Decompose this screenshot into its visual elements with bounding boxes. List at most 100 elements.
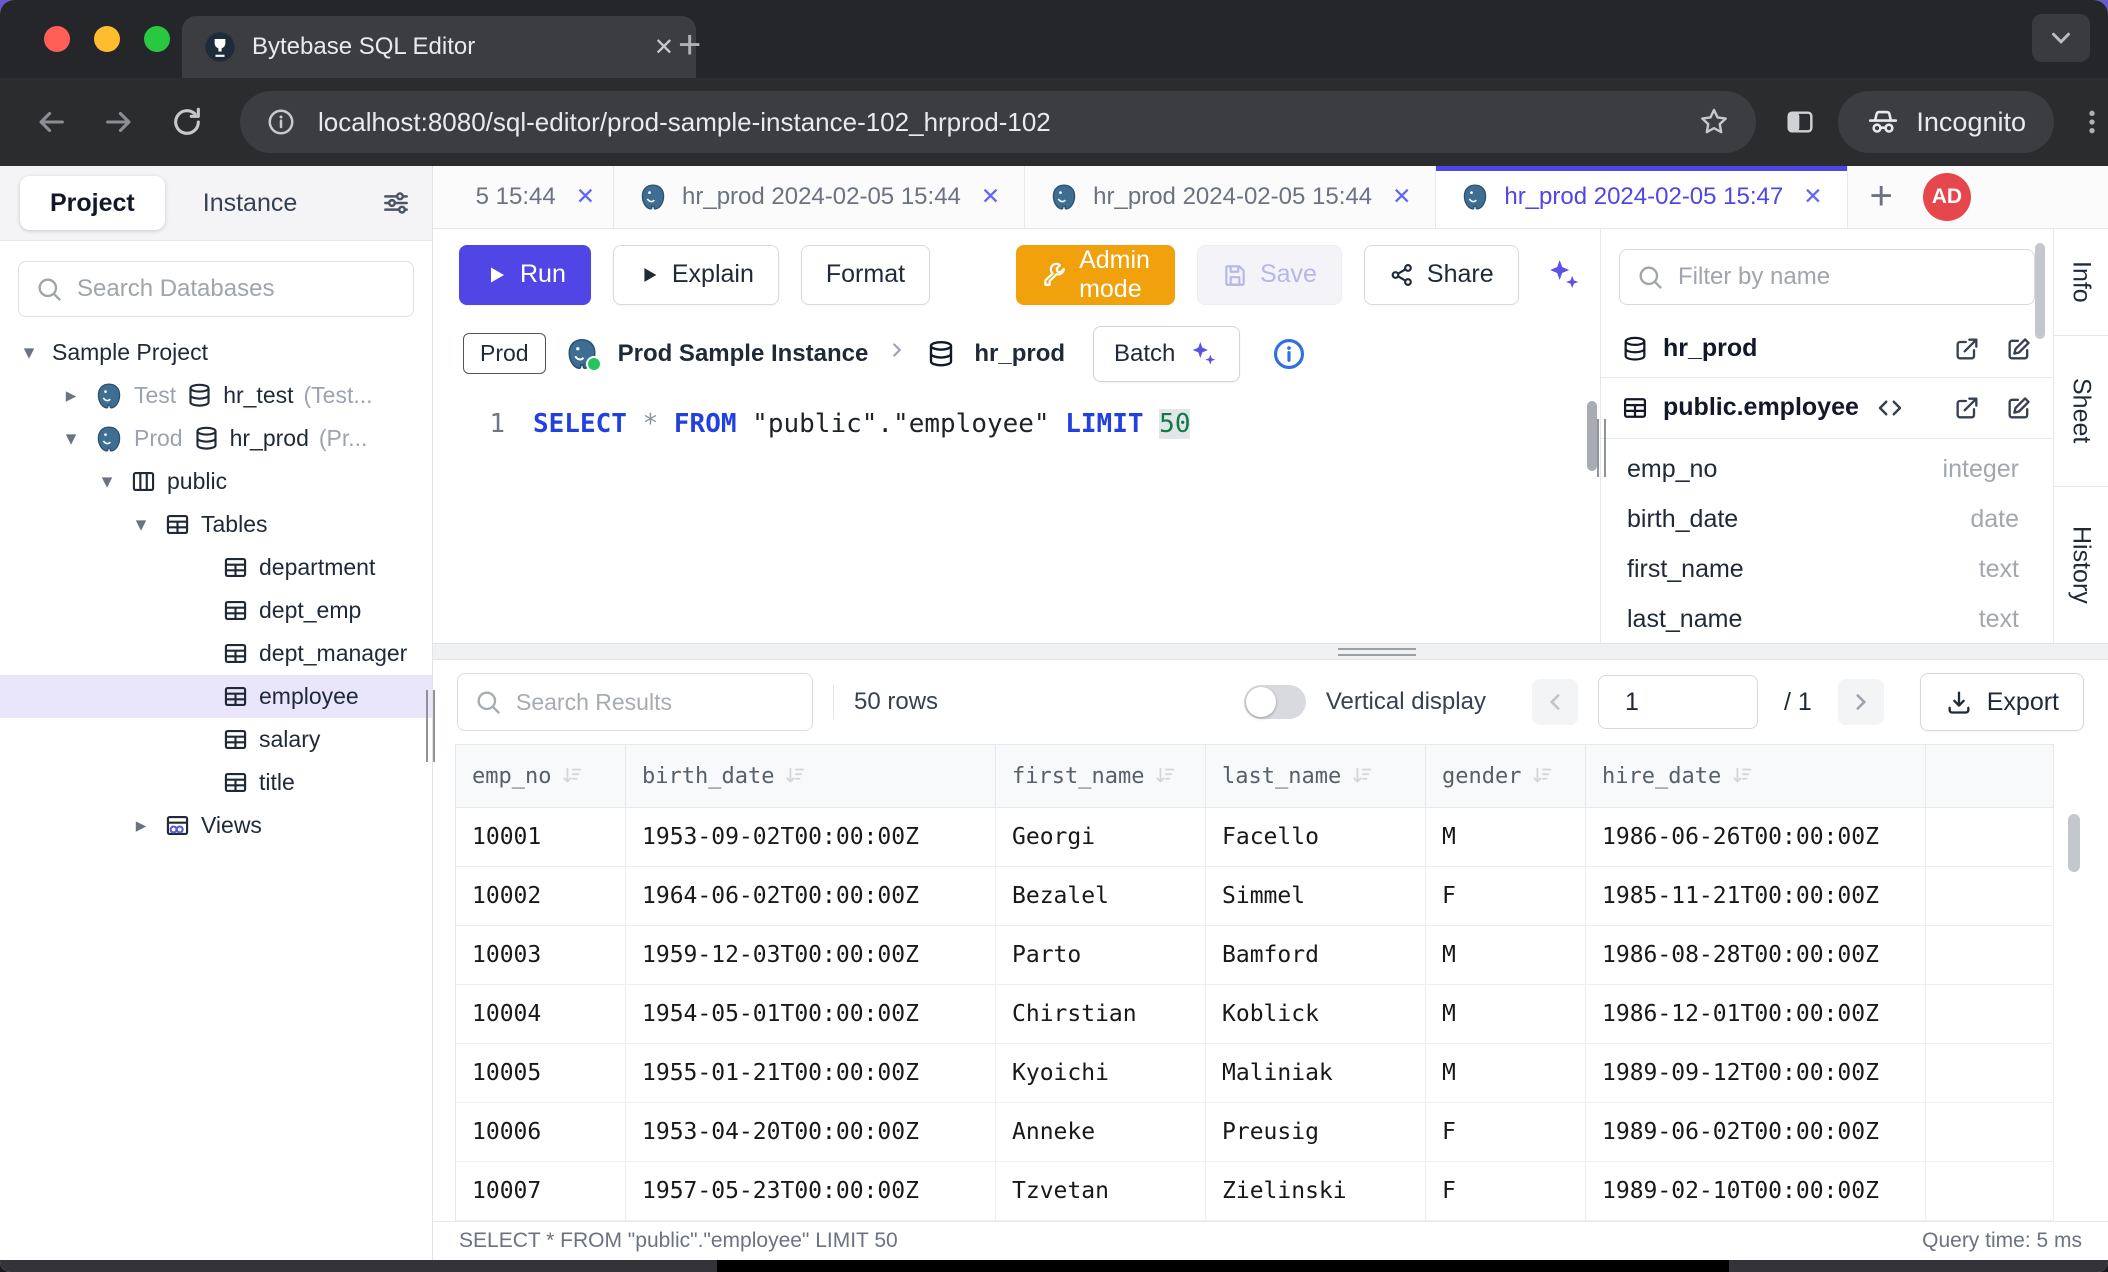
- rail-tab-sheet[interactable]: Sheet: [2054, 336, 2108, 486]
- editor-scrollbar[interactable]: [1587, 401, 1597, 471]
- tree-item-employee[interactable]: employee: [0, 675, 432, 718]
- tree-item-dept_manager[interactable]: dept_manager: [0, 632, 432, 675]
- browser-tab[interactable]: Bytebase SQL Editor ✕: [182, 16, 696, 78]
- sort-icon[interactable]: [1731, 765, 1753, 787]
- tab-instance[interactable]: Instance: [173, 176, 328, 230]
- sort-icon[interactable]: [1154, 765, 1176, 787]
- sort-icon[interactable]: [1351, 765, 1373, 787]
- column-row[interactable]: last_nametext: [1601, 595, 2053, 643]
- environment-chip[interactable]: Prod: [463, 333, 546, 374]
- table-row[interactable]: 100071957-05-23T00:00:00ZTzvetanZielinsk…: [456, 1162, 2054, 1221]
- editor-tab[interactable]: hr_prod 2024-02-05 15:44✕: [614, 166, 1025, 228]
- vertical-display-toggle[interactable]: [1244, 685, 1306, 719]
- address-bar[interactable]: localhost:8080/sql-editor/prod-sample-in…: [240, 91, 1756, 153]
- zoom-window-button[interactable]: [144, 26, 170, 52]
- filter-sliders-icon[interactable]: [380, 187, 412, 219]
- sort-icon[interactable]: [1531, 765, 1553, 787]
- close-tab-icon[interactable]: ✕: [1392, 183, 1411, 210]
- tree-item-department[interactable]: department: [0, 546, 432, 589]
- schema-scrollbar[interactable]: [2035, 243, 2045, 339]
- export-button[interactable]: Export: [1920, 673, 2084, 731]
- tree-item-Views[interactable]: ▸Views: [0, 804, 432, 847]
- browser-menu-icon[interactable]: [2076, 106, 2108, 138]
- table-row[interactable]: 100061953-04-20T00:00:00ZAnnekePreusigF1…: [456, 1103, 2054, 1162]
- sort-icon[interactable]: [561, 765, 583, 787]
- schema-database-row[interactable]: hr_prod: [1601, 321, 2053, 378]
- sql-editor[interactable]: 1 SELECT * FROM "public"."employee" LIMI…: [433, 387, 1600, 643]
- new-sheet-button[interactable]: +: [1848, 166, 1915, 228]
- next-page-button[interactable]: [1838, 679, 1884, 725]
- table-row[interactable]: 100051955-01-21T00:00:00ZKyoichiMaliniak…: [456, 1044, 2054, 1103]
- external-link-icon[interactable]: [1953, 335, 1981, 363]
- close-window-button[interactable]: [44, 26, 70, 52]
- info-circle-icon[interactable]: [1272, 337, 1306, 371]
- tree-item-Sample Project[interactable]: ▾Sample Project: [0, 331, 432, 374]
- bookmark-star-icon[interactable]: [1698, 106, 1730, 138]
- results-scrollbar[interactable]: [2068, 814, 2080, 872]
- new-tab-button[interactable]: +: [678, 23, 701, 68]
- close-tab-icon[interactable]: ✕: [1803, 183, 1822, 210]
- close-tab-icon[interactable]: ✕: [981, 183, 1000, 210]
- edit-icon[interactable]: [2005, 335, 2033, 363]
- column-row[interactable]: first_nametext: [1601, 545, 2053, 595]
- editor-tab[interactable]: hr_prod 2024-02-05 15:44✕: [1025, 166, 1436, 228]
- side-panel-icon[interactable]: [1784, 106, 1816, 138]
- database-name[interactable]: hr_prod: [974, 340, 1065, 368]
- back-icon[interactable]: [34, 105, 68, 139]
- rail-tab-history[interactable]: History: [2054, 487, 2108, 643]
- admin-mode-button[interactable]: Admin mode: [1016, 245, 1175, 305]
- schema-table-row[interactable]: public.employee: [1601, 378, 2053, 439]
- table-row[interactable]: 100031959-12-03T00:00:00ZPartoBamfordM19…: [456, 926, 2054, 985]
- column-row[interactable]: emp_nointeger: [1601, 445, 2053, 495]
- views-icon: [164, 812, 191, 839]
- ai-sparkles-icon[interactable]: [1543, 255, 1583, 295]
- search-results-input[interactable]: Search Results: [457, 673, 813, 731]
- minimize-window-button[interactable]: [94, 26, 120, 52]
- column-header-first_name[interactable]: first_name: [996, 745, 1206, 808]
- tree-item-dept_emp[interactable]: dept_emp: [0, 589, 432, 632]
- close-tab-icon[interactable]: ✕: [576, 183, 595, 210]
- editor-tab[interactable]: 5 15:44✕: [433, 166, 614, 228]
- editor-tab[interactable]: hr_prod 2024-02-05 15:47✕: [1436, 166, 1847, 228]
- column-header-emp_no[interactable]: emp_no: [456, 745, 626, 808]
- table-row[interactable]: 100021964-06-02T00:00:00ZBezalelSimmelF1…: [456, 867, 2054, 926]
- tree-item-hr_prod[interactable]: ▾Prodhr_prod(Pr...: [0, 417, 432, 460]
- results-splitter[interactable]: [433, 643, 2108, 660]
- site-info-icon[interactable]: [266, 107, 296, 137]
- edit-icon[interactable]: [2005, 394, 2033, 422]
- tree-item-hr_test[interactable]: ▸Testhr_test(Test...: [0, 374, 432, 417]
- filter-by-name-input[interactable]: Filter by name: [1619, 249, 2035, 305]
- tree-item-title[interactable]: title: [0, 761, 432, 804]
- tree-item-public[interactable]: ▾public: [0, 460, 432, 503]
- column-header-birth_date[interactable]: birth_date: [626, 745, 996, 808]
- tree-item-salary[interactable]: salary: [0, 718, 432, 761]
- forward-icon[interactable]: [102, 105, 136, 139]
- run-button[interactable]: Run: [459, 245, 591, 305]
- search-databases-input[interactable]: Search Databases: [18, 261, 414, 317]
- share-button[interactable]: Share: [1364, 245, 1519, 305]
- column-row[interactable]: birth_datedate: [1601, 495, 2053, 545]
- column-header-last_name[interactable]: last_name: [1206, 745, 1426, 808]
- table-row[interactable]: 100041954-05-01T00:00:00ZChirstianKoblic…: [456, 985, 2054, 1044]
- page-number-input[interactable]: 1: [1598, 675, 1758, 729]
- column-header-gender[interactable]: gender: [1426, 745, 1586, 808]
- rail-tab-info[interactable]: Info: [2054, 229, 2108, 337]
- tree-item-Tables[interactable]: ▾Tables: [0, 503, 432, 546]
- instance-name[interactable]: Prod Sample Instance: [618, 340, 869, 368]
- close-tab-icon[interactable]: ✕: [654, 33, 674, 62]
- explain-button[interactable]: Explain: [613, 245, 779, 305]
- column-header-hire_date[interactable]: hire_date: [1586, 745, 1926, 808]
- prev-page-button[interactable]: [1532, 679, 1578, 725]
- tab-search-chevron-button[interactable]: [2032, 14, 2090, 62]
- format-button[interactable]: Format: [801, 245, 930, 305]
- user-avatar[interactable]: AD: [1923, 173, 1971, 221]
- sort-icon[interactable]: [784, 765, 806, 787]
- table-row[interactable]: 100011953-09-02T00:00:00ZGeorgiFacelloM1…: [456, 808, 2054, 867]
- code-icon[interactable]: [1875, 393, 1905, 423]
- table-cell: 1989-06-02T00:00:00Z: [1586, 1103, 1926, 1162]
- external-link-icon[interactable]: [1953, 394, 1981, 422]
- reload-icon[interactable]: [170, 105, 204, 139]
- batch-button[interactable]: Batch: [1093, 326, 1240, 382]
- incognito-badge: Incognito: [1838, 91, 2054, 153]
- tab-project[interactable]: Project: [20, 176, 165, 230]
